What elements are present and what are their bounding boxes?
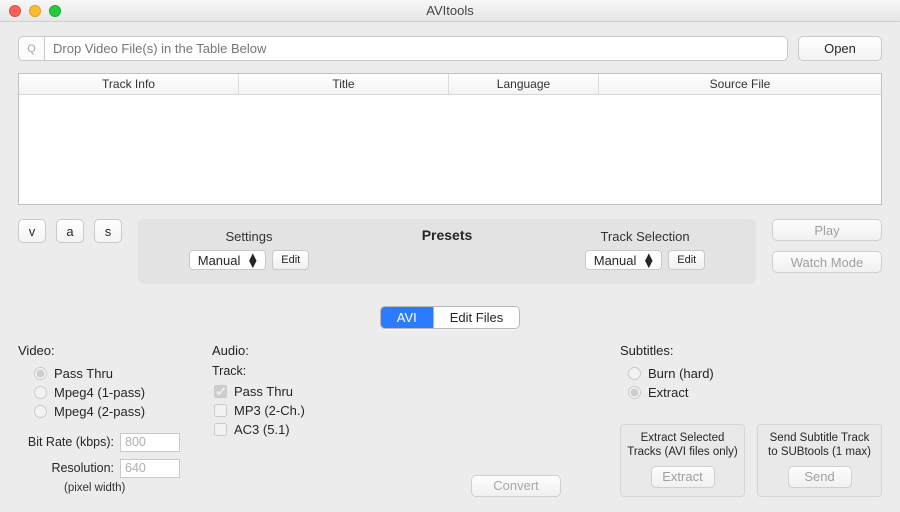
subtitles-heading: Subtitles: <box>620 343 882 358</box>
audio-passthru-check[interactable] <box>214 385 227 398</box>
trackselection-value: Manual <box>594 253 637 268</box>
resolution-note: (pixel width) <box>64 482 188 494</box>
subs-burn-radio[interactable] <box>628 367 641 380</box>
audio-ac3-check[interactable] <box>214 423 227 436</box>
tab-edit-files[interactable]: Edit Files <box>433 307 519 328</box>
convert-button[interactable]: Convert <box>471 475 561 497</box>
settings-value: Manual <box>198 253 241 268</box>
settings-label: Settings <box>226 229 273 244</box>
watchmode-button[interactable]: Watch Mode <box>772 251 882 273</box>
col-source[interactable]: Source File <box>599 74 881 94</box>
bitrate-label: Bit Rate (kbps): <box>18 435 114 449</box>
presets-panel: Settings Manual ▲▼ Edit Presets Track Se… <box>138 219 756 284</box>
extract-tracks-label: Extract Selected Tracks (AVI files only) <box>627 431 738 460</box>
video-mpeg4-1-radio[interactable] <box>34 386 47 399</box>
search-icon[interactable]: Q <box>18 36 44 61</box>
mode-tabs: AVI Edit Files <box>380 306 520 329</box>
search-wrap: Q <box>18 36 788 61</box>
table-body[interactable] <box>19 95 881 204</box>
chevron-updown-icon: ▲▼ <box>246 253 259 267</box>
presets-title: Presets <box>348 225 546 243</box>
send-button[interactable]: Send <box>788 466 852 488</box>
trackselection-label: Track Selection <box>600 229 689 244</box>
audio-track-label: Track: <box>212 364 412 378</box>
extract-button[interactable]: Extract <box>651 466 715 488</box>
titlebar: AVItools <box>0 0 900 22</box>
subs-extract-radio[interactable] <box>628 386 641 399</box>
window-title: AVItools <box>0 3 900 18</box>
resolution-label: Resolution: <box>18 461 114 475</box>
col-track-info[interactable]: Track Info <box>19 74 239 94</box>
settings-edit-button[interactable]: Edit <box>272 250 309 270</box>
extract-tracks-box: Extract Selected Tracks (AVI files only)… <box>620 424 745 497</box>
file-drop-field[interactable] <box>44 36 788 61</box>
bitrate-field[interactable] <box>120 433 180 452</box>
send-subtools-box: Send Subtitle Track to SUBtools (1 max) … <box>757 424 882 497</box>
play-button[interactable]: Play <box>772 219 882 241</box>
tab-avi[interactable]: AVI <box>381 307 433 328</box>
audio-heading: Audio: <box>212 343 412 358</box>
table-header: Track Info Title Language Source File <box>19 74 881 95</box>
resolution-field[interactable] <box>120 459 180 478</box>
tracks-table[interactable]: Track Info Title Language Source File <box>18 73 882 205</box>
s-button[interactable]: s <box>94 219 122 243</box>
a-button[interactable]: a <box>56 219 84 243</box>
video-heading: Video: <box>18 343 188 358</box>
col-title[interactable]: Title <box>239 74 449 94</box>
video-passthru-radio[interactable] <box>34 367 47 380</box>
trackselection-edit-button[interactable]: Edit <box>668 250 705 270</box>
col-language[interactable]: Language <box>449 74 599 94</box>
settings-select[interactable]: Manual ▲▼ <box>189 250 267 270</box>
chevron-updown-icon: ▲▼ <box>642 253 655 267</box>
trackselection-select[interactable]: Manual ▲▼ <box>585 250 663 270</box>
open-button[interactable]: Open <box>798 36 882 61</box>
audio-mp3-check[interactable] <box>214 404 227 417</box>
v-button[interactable]: v <box>18 219 46 243</box>
send-subtools-label: Send Subtitle Track to SUBtools (1 max) <box>764 431 875 460</box>
video-mpeg4-2-radio[interactable] <box>34 405 47 418</box>
